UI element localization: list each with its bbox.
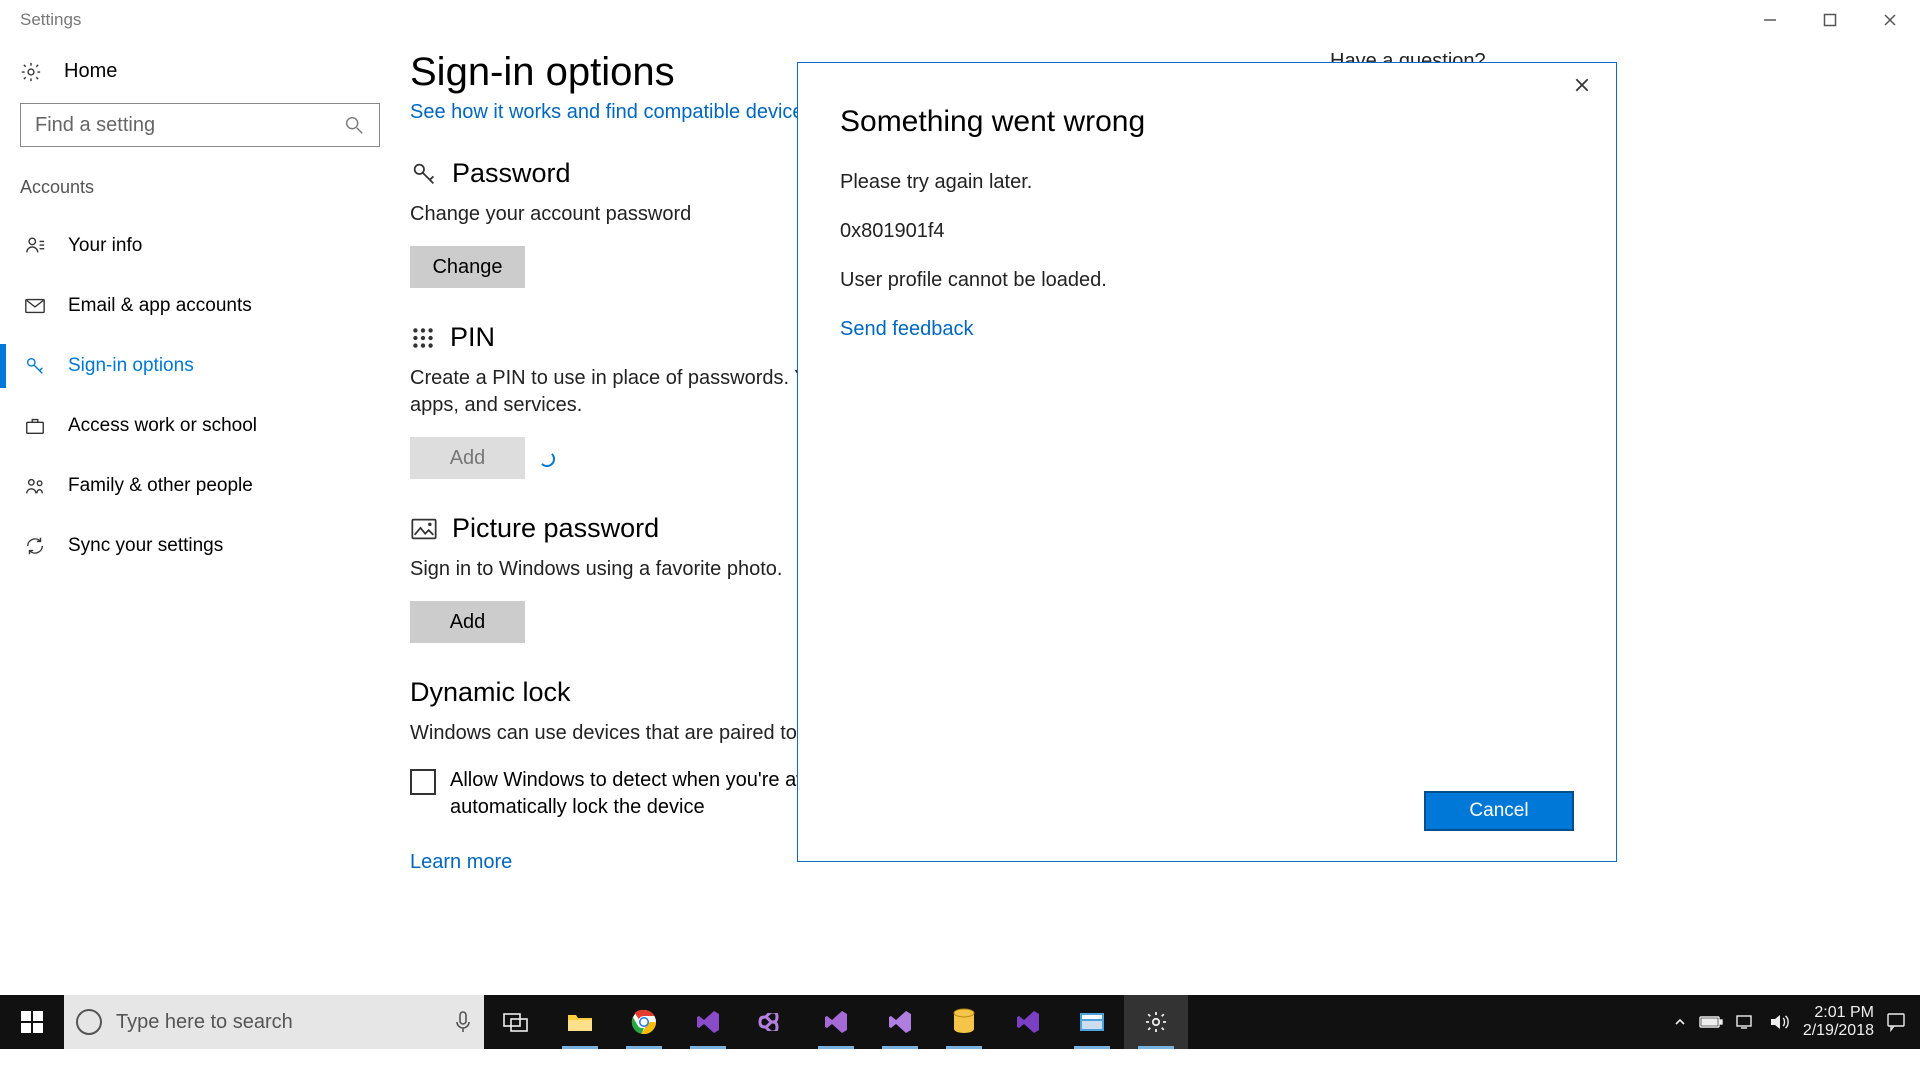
- taskbar-app-visual-studio-4[interactable]: [996, 995, 1060, 1049]
- sidebar-item-label: Access work or school: [68, 415, 257, 437]
- sync-icon: [24, 535, 48, 557]
- window-controls: [1740, 0, 1920, 40]
- dialog-cancel-button[interactable]: Cancel: [1424, 791, 1574, 831]
- briefcase-icon: [24, 415, 48, 437]
- change-password-button[interactable]: Change: [410, 246, 525, 288]
- sidebar-item-your-info[interactable]: Your info: [20, 216, 380, 276]
- taskbar-app-visual-studio-3[interactable]: [868, 995, 932, 1049]
- windows-logo-icon: [21, 1011, 43, 1033]
- start-button[interactable]: [0, 995, 64, 1049]
- search-input[interactable]: Find a setting: [20, 103, 380, 147]
- taskbar-app-file-explorer[interactable]: [548, 995, 612, 1049]
- tray-battery-icon[interactable]: [1699, 1015, 1723, 1029]
- taskbar-app-chrome[interactable]: [612, 995, 676, 1049]
- home-label: Home: [64, 60, 117, 83]
- sidebar-item-label: Sign-in options: [68, 355, 194, 377]
- add-pin-button[interactable]: Add: [410, 437, 525, 479]
- sidebar: Home Find a setting Accounts Your info E…: [0, 40, 400, 1026]
- taskbar-clock[interactable]: 2:01 PM 2/19/2018: [1803, 1004, 1874, 1041]
- close-button[interactable]: [1860, 0, 1920, 40]
- cortana-search[interactable]: Type here to search: [64, 995, 484, 1049]
- checkbox-icon: [410, 769, 436, 795]
- add-picture-password-button[interactable]: Add: [410, 601, 525, 643]
- title-bar: Settings: [0, 0, 1920, 40]
- sidebar-item-label: Your info: [68, 235, 142, 257]
- system-tray: 2:01 PM 2/19/2018: [1659, 1004, 1920, 1041]
- key-icon: [410, 160, 438, 188]
- task-icons: [484, 995, 1188, 1049]
- clock-date: 2/19/2018: [1803, 1022, 1874, 1040]
- microphone-icon: [454, 1010, 472, 1034]
- sidebar-item-family[interactable]: Family & other people: [20, 456, 380, 516]
- loading-spinner-icon: [539, 451, 555, 467]
- tray-notifications-icon[interactable]: [1886, 1012, 1906, 1032]
- cortana-placeholder: Type here to search: [116, 1011, 293, 1034]
- send-feedback-link[interactable]: Send feedback: [840, 318, 1574, 341]
- bottom-fill: [0, 1049, 1920, 1080]
- search-icon: [343, 114, 365, 136]
- sidebar-item-label: Sync your settings: [68, 535, 223, 557]
- key-icon: [24, 355, 48, 377]
- taskbar-app-visual-studio-2[interactable]: [804, 995, 868, 1049]
- home-link[interactable]: Home: [20, 60, 380, 83]
- person-icon: [24, 235, 48, 257]
- dialog-error-code: 0x801901f4: [840, 220, 1574, 243]
- sidebar-item-label: Email & app accounts: [68, 295, 252, 317]
- mail-icon: [24, 295, 48, 317]
- minimize-button[interactable]: [1740, 0, 1800, 40]
- error-dialog: Something went wrong Please try again la…: [797, 62, 1617, 862]
- clock-time: 2:01 PM: [1803, 1004, 1874, 1022]
- taskbar-app-control-panel[interactable]: [1060, 995, 1124, 1049]
- dialog-title: Something went wrong: [840, 105, 1574, 139]
- dialog-message: Please try again later.: [840, 171, 1574, 194]
- sidebar-section-header: Accounts: [20, 177, 380, 198]
- search-placeholder: Find a setting: [35, 114, 155, 137]
- taskbar-app-settings[interactable]: [1124, 995, 1188, 1049]
- sidebar-item-work[interactable]: Access work or school: [20, 396, 380, 456]
- taskbar: Type here to search: [0, 995, 1920, 1049]
- taskbar-app-visual-studio-1[interactable]: [676, 995, 740, 1049]
- section-title: Password: [452, 158, 571, 189]
- dialog-close-button[interactable]: [1574, 77, 1598, 93]
- taskbar-app-sql[interactable]: [932, 995, 996, 1049]
- tray-chevron-up-icon[interactable]: [1673, 1015, 1687, 1029]
- sidebar-item-label: Family & other people: [68, 475, 253, 497]
- sidebar-item-email[interactable]: Email & app accounts: [20, 276, 380, 336]
- section-title: PIN: [450, 322, 495, 353]
- picture-icon: [410, 515, 438, 543]
- tray-volume-icon[interactable]: [1769, 1013, 1791, 1031]
- people-icon: [24, 475, 48, 497]
- gear-icon: [20, 61, 44, 83]
- sidebar-item-signin[interactable]: Sign-in options: [20, 336, 380, 396]
- taskbar-app-vs-infinity[interactable]: [740, 995, 804, 1049]
- pinpad-icon: [410, 325, 436, 351]
- tray-network-icon[interactable]: [1735, 1013, 1757, 1031]
- maximize-button[interactable]: [1800, 0, 1860, 40]
- dialog-detail: User profile cannot be loaded.: [840, 269, 1574, 292]
- cortana-icon: [76, 1009, 102, 1035]
- sidebar-item-sync[interactable]: Sync your settings: [20, 516, 380, 576]
- window-title: Settings: [20, 10, 81, 30]
- section-title: Picture password: [452, 513, 659, 544]
- task-view-button[interactable]: [484, 995, 548, 1049]
